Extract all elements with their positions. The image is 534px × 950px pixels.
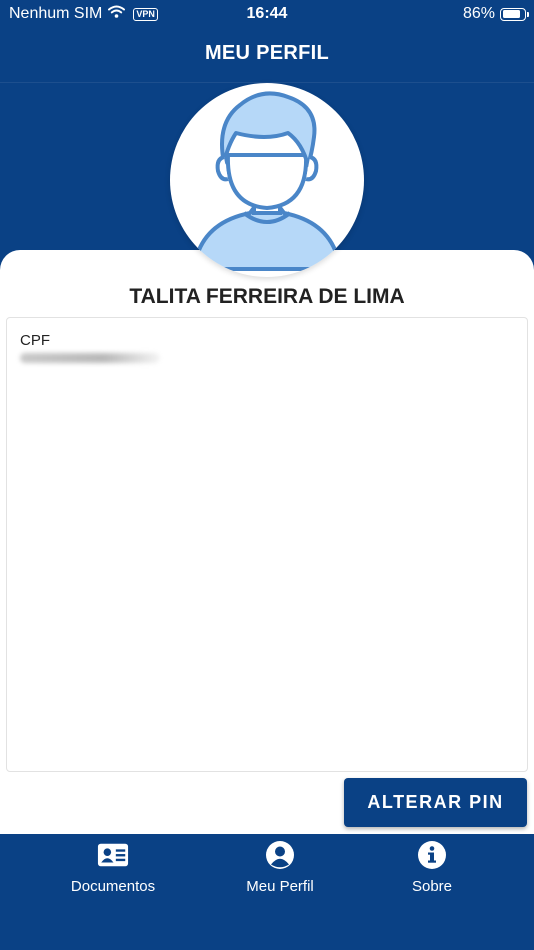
id-card-icon [97, 840, 129, 870]
avatar [170, 83, 364, 277]
info-circle-icon [416, 840, 448, 870]
page-title: MEU PERFIL [204, 42, 330, 64]
nav-item-documentos[interactable]: Documentos [66, 840, 160, 895]
status-bar: Nenhum SIM VPN 16:44 86% [0, 0, 534, 28]
nav-item-meu-perfil[interactable]: Meu Perfil [238, 840, 322, 895]
battery-icon [500, 7, 529, 21]
alterar-pin-button[interactable]: ALTERAR PIN [344, 778, 527, 827]
cpf-label: CPF [20, 332, 50, 349]
nav-label-meu-perfil: Meu Perfil [246, 878, 314, 895]
battery-nub [527, 11, 529, 17]
cpf-value-redacted [20, 353, 160, 363]
user-circle-icon [264, 840, 296, 870]
info-box: CPF [6, 317, 528, 772]
bottom-nav: Documentos Meu Perfil Sobre [0, 834, 534, 950]
nav-item-sobre[interactable]: Sobre [402, 840, 462, 895]
battery-percent: 86% [462, 5, 495, 22]
status-right: 86% [462, 5, 529, 23]
battery-fill [502, 10, 520, 18]
profile-name: TALITA FERREIRA DE LIMA [129, 285, 405, 308]
status-time: 16:44 [246, 5, 288, 22]
user-avatar-icon [192, 91, 342, 271]
nav-label-documentos: Documentos [70, 878, 156, 895]
nav-label-sobre: Sobre [411, 878, 453, 895]
